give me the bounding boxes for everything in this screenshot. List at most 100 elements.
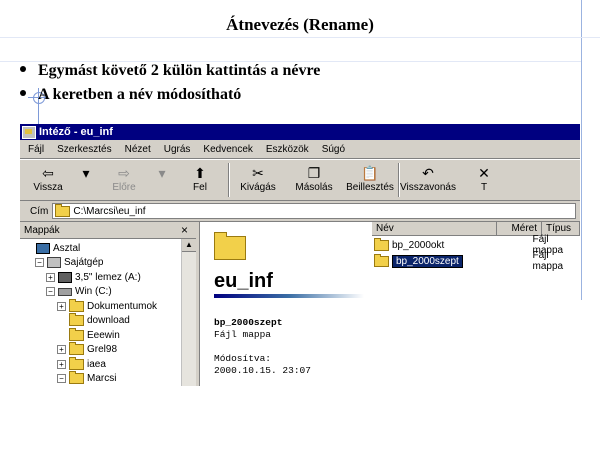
tree-item[interactable]: − Win (C:): [20, 285, 196, 300]
tree-item[interactable]: +3,5" lemez (A:): [20, 270, 196, 285]
folders-pane: Mappák × Asztal − Sajátgép +3,5" lemez (A:)…: [20, 222, 199, 386]
window-title: Intéző - eu_inf: [39, 126, 113, 138]
modified-label: Módosítva:: [214, 353, 272, 364]
toolbar-button[interactable]: ⬆ Fel: [172, 160, 228, 193]
decorative-line: [581, 0, 582, 300]
toolbar-button-label: Vissza: [33, 182, 63, 193]
toolbar-button[interactable]: ⇦ Vissza: [20, 160, 76, 193]
expand-icon[interactable]: +: [57, 301, 66, 311]
toolbar-button-label: Beillesztés: [346, 182, 394, 193]
modified-value: 2000.10.15. 23:07: [214, 365, 311, 376]
rename-input[interactable]: bp_2000szept: [392, 254, 463, 268]
toolbar-button[interactable]: ⇨ Előre: [96, 160, 152, 193]
address-bar: Cím C:\Marcsi\eu_inf: [20, 201, 580, 222]
toolbar-button[interactable]: ✂ Kivágás: [230, 160, 286, 193]
menu-bar: Fájl Szerkesztés Nézet Ugrás Kedvencek Eszköz…: [20, 140, 580, 159]
toolbar-button[interactable]: ↶ Visszavonás: [400, 160, 456, 193]
folders-pane-title: Mappák: [24, 224, 60, 236]
toolbar-button-label: Visszavonás: [400, 182, 456, 193]
close-icon[interactable]: ×: [181, 223, 188, 237]
folder-icon: [69, 327, 84, 341]
tree-item-label: Eeewin: [87, 329, 120, 341]
window-titlebar[interactable]: Intéző - eu_inf: [20, 124, 580, 140]
copy-icon: ❐: [307, 165, 321, 181]
menu-item[interactable]: Nézet: [125, 144, 151, 155]
folder-icon: [69, 342, 84, 356]
folders-scrollbar[interactable]: ▲: [181, 239, 196, 386]
forward-arrow-icon: ⇨: [118, 165, 130, 181]
menu-item[interactable]: Fájl: [28, 144, 44, 155]
menu-item[interactable]: Kedvencek: [203, 144, 252, 155]
scroll-up-icon[interactable]: ▲: [182, 239, 196, 252]
tree-item[interactable]: Asztal: [20, 241, 196, 256]
toolbar-button-label: Előre: [112, 182, 136, 193]
address-input[interactable]: C:\Marcsi\eu_inf: [52, 203, 576, 219]
bullet-text: A keretben a név módosítható: [38, 86, 242, 103]
menu-item[interactable]: Súgó: [322, 144, 345, 155]
tree-item-label: iaea: [87, 358, 106, 370]
up-folder-icon: ⬆: [194, 165, 206, 181]
desktop-icon: [36, 242, 50, 254]
list-item-name: bp_2000okt: [392, 239, 445, 251]
list-item[interactable]: bp_2000szept Fájl mappa: [372, 250, 580, 272]
toolbar-button[interactable]: ❐ Másolás: [286, 160, 342, 193]
toolbar-button[interactable]: ✕ T: [456, 160, 512, 193]
bullet-dot-icon: [20, 66, 26, 73]
selected-item-type: Fájl mappa: [214, 329, 272, 340]
large-folder-icon: [214, 232, 246, 260]
bullet-dot-icon: [20, 90, 26, 97]
folder-icon: [69, 298, 84, 312]
bullet-item: A keretben a név módosítható: [20, 86, 241, 104]
list-item-name-cell: bp_2000okt: [372, 237, 532, 251]
folder-icon: [55, 203, 71, 217]
tree-item[interactable]: download: [20, 313, 196, 329]
floppy-icon: [58, 271, 72, 283]
folder-icon: [374, 253, 389, 267]
decorative-gradient-bar: [214, 294, 364, 298]
toolbar-button-label: Fel: [193, 182, 207, 193]
undo-icon: ↶: [422, 165, 434, 181]
list-item-type: Fájl mappa: [532, 250, 564, 272]
delete-icon: ✕: [478, 165, 490, 181]
menu-item[interactable]: Eszközök: [266, 144, 309, 155]
decorative-line: [0, 37, 600, 38]
menu-item[interactable]: Szerkesztés: [57, 144, 111, 155]
tree-item-label: Dokumentumok: [87, 300, 158, 312]
column-header-name[interactable]: Név: [372, 222, 497, 236]
collapse-icon[interactable]: −: [46, 287, 55, 297]
tree-item[interactable]: + Grel98: [20, 342, 196, 358]
folder-tree: Asztal − Sajátgép +3,5" lemez (A:) − Win (C:)…: [20, 239, 196, 386]
collapse-icon[interactable]: −: [35, 258, 44, 268]
drive-icon: [58, 287, 72, 296]
tree-item[interactable]: + iaea: [20, 356, 196, 372]
toolbar: ⇦ Vissza ▾ ⇨ Előre ▾ ⬆ Fel ✂ Kivágás ❐ Másolás 📋 Beil…: [20, 159, 580, 201]
toolbar-button[interactable]: 📋 Beillesztés: [342, 160, 398, 193]
folder-icon: [69, 313, 84, 327]
explorer-app-icon: [22, 125, 36, 139]
tree-item-label: 3,5" lemez (A:): [75, 271, 141, 283]
toolbar-dropdown-button[interactable]: ▾: [152, 160, 172, 182]
expand-icon[interactable]: +: [46, 272, 55, 282]
dropdown-icon: ▾: [82, 165, 90, 181]
dropdown-icon: ▾: [158, 165, 166, 181]
address-label: Cím: [30, 205, 49, 217]
tree-item[interactable]: − Sajátgép: [20, 256, 196, 271]
tree-item-label: download: [87, 315, 130, 327]
slide-title: Átnevezés (Rename): [226, 15, 374, 34]
toolbar-button-label: Másolás: [295, 182, 333, 193]
collapse-icon[interactable]: −: [57, 374, 66, 384]
expand-icon[interactable]: +: [57, 345, 66, 355]
tree-item-label: Win (C:): [75, 286, 112, 298]
tree-item-label: Grel98: [87, 344, 118, 356]
folder-name-heading: eu_inf: [214, 270, 273, 292]
tree-item[interactable]: − Marcsi: [20, 371, 196, 387]
tree-item[interactable]: + Dokumentumok: [20, 298, 196, 314]
expand-icon[interactable]: +: [57, 359, 66, 369]
selected-item-name: bp_2000szept: [214, 317, 283, 328]
tree-item-label: Sajátgép: [64, 257, 104, 269]
back-arrow-icon: ⇦: [42, 165, 54, 181]
toolbar-button-label: Kivágás: [240, 182, 276, 193]
tree-item[interactable]: Eeewin: [20, 327, 196, 343]
toolbar-dropdown-button[interactable]: ▾: [76, 160, 96, 182]
menu-item[interactable]: Ugrás: [164, 144, 191, 155]
